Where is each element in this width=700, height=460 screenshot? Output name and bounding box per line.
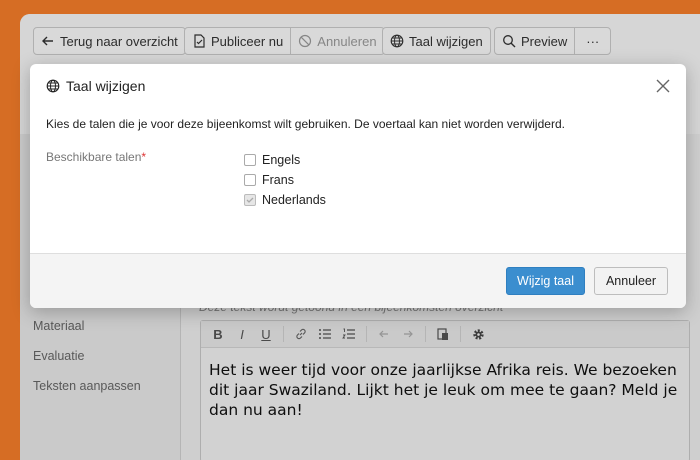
field-label: Beschikbare talen* — [46, 150, 146, 164]
language-options: Engels Frans Nederlands — [244, 150, 326, 210]
option-engels[interactable]: Engels — [244, 150, 326, 170]
checkbox-frans[interactable] — [244, 174, 256, 186]
dialog-title-text: Taal wijzigen — [66, 78, 146, 94]
dialog-description: Kies de talen die je voor deze bijeenkom… — [46, 117, 565, 131]
checkbox-engels[interactable] — [244, 154, 256, 166]
option-label: Nederlands — [262, 193, 326, 207]
globe-icon — [46, 79, 60, 93]
change-language-dialog: Taal wijzigen Kies de talen die je voor … — [30, 64, 686, 308]
option-nederlands: Nederlands — [244, 190, 326, 210]
dialog-footer: Wijzig taal Annuleer — [30, 253, 686, 308]
option-label: Frans — [262, 173, 294, 187]
required-marker: * — [141, 150, 147, 164]
confirm-language-button[interactable]: Wijzig taal — [506, 267, 585, 295]
close-icon[interactable] — [654, 77, 672, 95]
cancel-button[interactable]: Annuleer — [594, 267, 668, 295]
dialog-title: Taal wijzigen — [46, 78, 145, 94]
option-frans[interactable]: Frans — [244, 170, 326, 190]
field-label-text: Beschikbare talen — [46, 150, 142, 164]
checkbox-nederlands — [244, 194, 256, 206]
option-label: Engels — [262, 153, 301, 167]
